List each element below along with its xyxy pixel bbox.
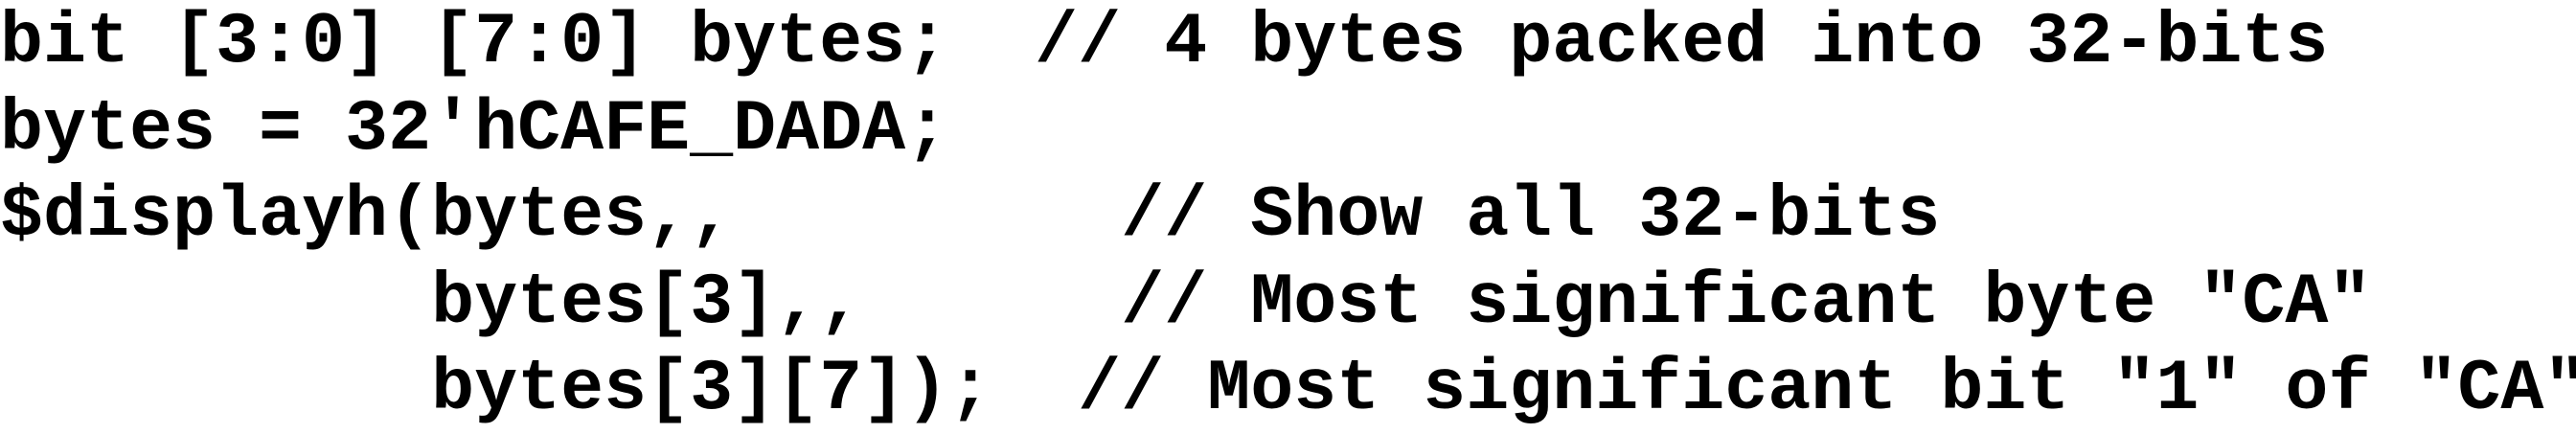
code-line-2: bytes = 32'hCAFE_DADA;	[0, 88, 949, 171]
code-line-1: bit [3:0] [7:0] bytes; // 4 bytes packed…	[0, 2, 2329, 83]
code-line-4: bytes[3],, // Most significant byte "CA"	[0, 262, 2372, 344]
code-line-5: bytes[3][7]); // Most significant bit "1…	[0, 349, 2576, 430]
code-line-3: $displayh(bytes,, // Show all 32-bits	[0, 175, 1941, 257]
code-listing: bit [3:0] [7:0] bytes; // 4 bytes packed…	[0, 0, 2576, 430]
